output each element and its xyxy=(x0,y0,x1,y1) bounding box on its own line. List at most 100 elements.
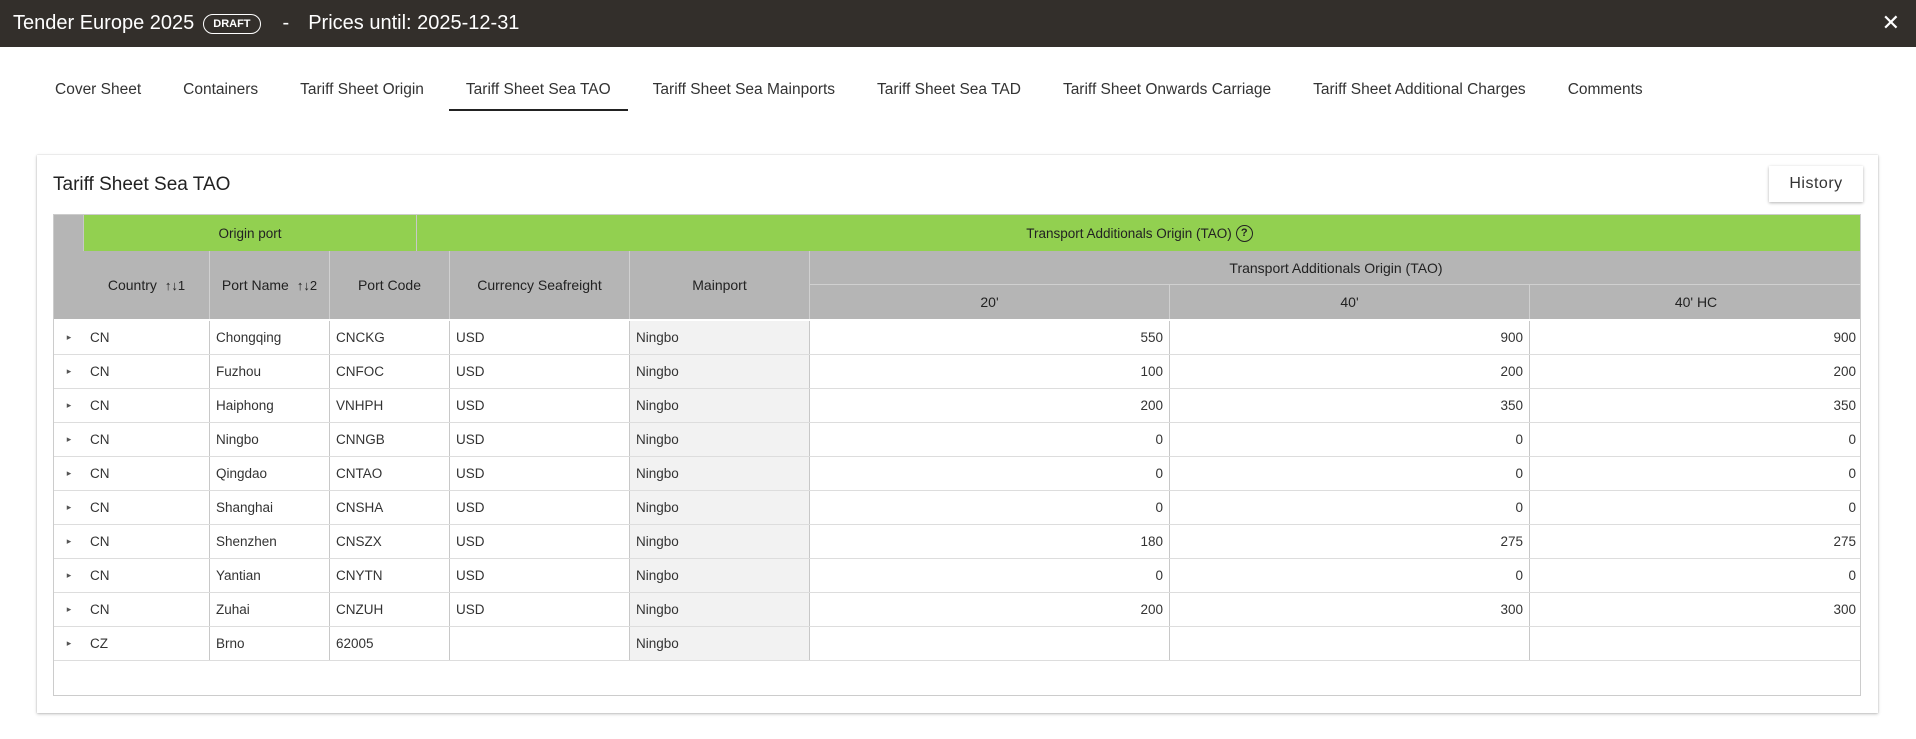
cell-v40[interactable]: 275 xyxy=(1170,525,1530,558)
col-header-port-code[interactable]: Port Code xyxy=(330,251,450,319)
history-button[interactable]: History xyxy=(1769,166,1863,202)
cell-v40hc[interactable]: 350 xyxy=(1530,389,1860,422)
cell-v40hc[interactable]: 300 xyxy=(1530,593,1860,626)
cell-v40[interactable]: 300 xyxy=(1170,593,1530,626)
cell-v40[interactable]: 200 xyxy=(1170,355,1530,388)
cell-currency[interactable]: USD xyxy=(450,593,630,626)
cell-code: CNNGB xyxy=(330,423,450,456)
table-row[interactable]: ▸ CN Shanghai CNSHA USD Ningbo 0 0 0 xyxy=(54,491,1860,525)
row-expand-icon[interactable]: ▸ xyxy=(54,423,84,456)
table-row[interactable]: ▸ CN Fuzhou CNFOC USD Ningbo 100 200 200 xyxy=(54,355,1860,389)
tab-tariff-sheet-sea-tad[interactable]: Tariff Sheet Sea TAD xyxy=(860,71,1038,111)
cell-v40hc[interactable]: 0 xyxy=(1530,423,1860,456)
row-expand-icon[interactable]: ▸ xyxy=(54,491,84,524)
cell-port: Yantian xyxy=(210,559,330,592)
cell-currency[interactable]: USD xyxy=(450,423,630,456)
status-badge: DRAFT xyxy=(203,13,261,34)
col-header-40[interactable]: 40' xyxy=(1170,285,1530,319)
cell-mainport: Ningbo xyxy=(630,457,810,490)
cell-v20[interactable]: 100 xyxy=(810,355,1170,388)
row-expand-icon[interactable]: ▸ xyxy=(54,321,84,354)
cell-v20[interactable]: 180 xyxy=(810,525,1170,558)
cell-v40hc[interactable]: 0 xyxy=(1530,559,1860,592)
cell-code: 62005 xyxy=(330,627,450,660)
table-row[interactable]: ▸ CN Chongqing CNCKG USD Ningbo 550 900 900 xyxy=(54,321,1860,355)
row-expand-icon[interactable]: ▸ xyxy=(54,559,84,592)
col-header-currency[interactable]: Currency Seafreight xyxy=(450,251,630,319)
row-expand-icon[interactable]: ▸ xyxy=(54,389,84,422)
table-row[interactable]: ▸ CN Qingdao CNTAO USD Ningbo 0 0 0 xyxy=(54,457,1860,491)
sort-icon: ↑↓2 xyxy=(296,277,318,293)
cell-v40hc[interactable] xyxy=(1530,627,1860,660)
tab-tariff-sheet-sea-tao[interactable]: Tariff Sheet Sea TAO xyxy=(448,71,628,111)
cell-currency[interactable]: USD xyxy=(450,389,630,422)
col-header-20[interactable]: 20' xyxy=(810,285,1170,319)
cell-v20[interactable] xyxy=(810,627,1170,660)
tab-containers[interactable]: Containers xyxy=(166,71,275,111)
tender-title: Tender Europe 2025 xyxy=(13,12,195,34)
cell-v40[interactable]: 350 xyxy=(1170,389,1530,422)
cell-currency[interactable]: USD xyxy=(450,491,630,524)
cell-v20[interactable]: 0 xyxy=(810,457,1170,490)
cell-v40hc[interactable]: 900 xyxy=(1530,321,1860,354)
cell-currency[interactable]: USD xyxy=(450,559,630,592)
tab-tariff-sheet-additional-charges[interactable]: Tariff Sheet Additional Charges xyxy=(1296,71,1543,111)
cell-v40[interactable]: 0 xyxy=(1170,491,1530,524)
row-expand-icon[interactable]: ▸ xyxy=(54,525,84,558)
cell-mainport: Ningbo xyxy=(630,559,810,592)
cell-port: Haiphong xyxy=(210,389,330,422)
cell-v20[interactable]: 200 xyxy=(810,593,1170,626)
group-tao: Transport Additionals Origin (TAO) ? xyxy=(417,215,1860,251)
cell-country: CN xyxy=(84,525,210,558)
tab-cover-sheet[interactable]: Cover Sheet xyxy=(38,71,158,111)
cell-v20[interactable]: 0 xyxy=(810,559,1170,592)
cell-v40hc[interactable]: 275 xyxy=(1530,525,1860,558)
card-title: Tariff Sheet Sea TAO xyxy=(53,174,231,195)
row-expand-icon[interactable]: ▸ xyxy=(54,457,84,490)
table-row[interactable]: ▸ CN Zuhai CNZUH USD Ningbo 200 300 300 xyxy=(54,593,1860,627)
cell-v20[interactable]: 550 xyxy=(810,321,1170,354)
cell-country: CN xyxy=(84,423,210,456)
cell-currency[interactable]: USD xyxy=(450,355,630,388)
cell-currency[interactable]: USD xyxy=(450,457,630,490)
col-header-40hc[interactable]: 40' HC xyxy=(1530,285,1860,319)
title-bar: Tender Europe 2025 DRAFT - Prices until:… xyxy=(0,0,1916,47)
group-header-row: Origin port Transport Additionals Origin… xyxy=(54,215,1860,251)
cell-v40[interactable]: 0 xyxy=(1170,457,1530,490)
cell-v40[interactable] xyxy=(1170,627,1530,660)
cell-v40[interactable]: 0 xyxy=(1170,423,1530,456)
cell-v40[interactable]: 900 xyxy=(1170,321,1530,354)
close-icon[interactable]: ✕ xyxy=(1882,10,1900,36)
tab-comments[interactable]: Comments xyxy=(1551,71,1660,111)
row-expand-icon[interactable]: ▸ xyxy=(54,627,84,660)
tab-tariff-sheet-sea-mainports[interactable]: Tariff Sheet Sea Mainports xyxy=(636,71,852,111)
row-expand-icon[interactable]: ▸ xyxy=(54,593,84,626)
cell-currency[interactable] xyxy=(450,627,630,660)
table-row[interactable]: ▸ CN Ningbo CNNGB USD Ningbo 0 0 0 xyxy=(54,423,1860,457)
row-expand-icon[interactable]: ▸ xyxy=(54,355,84,388)
tariff-grid: Origin port Transport Additionals Origin… xyxy=(53,214,1861,696)
expander-col-header xyxy=(54,251,84,319)
cell-mainport: Ningbo xyxy=(630,627,810,660)
tab-tariff-sheet-onwards-carriage[interactable]: Tariff Sheet Onwards Carriage xyxy=(1046,71,1288,111)
table-row[interactable]: ▸ CN Haiphong VNHPH USD Ningbo 200 350 350 xyxy=(54,389,1860,423)
table-row[interactable]: ▸ CN Yantian CNYTN USD Ningbo 0 0 0 xyxy=(54,559,1860,593)
cell-v20[interactable]: 0 xyxy=(810,491,1170,524)
help-icon[interactable]: ? xyxy=(1235,224,1253,242)
col-header-port-name[interactable]: Port Name ↑↓2 xyxy=(210,251,330,319)
col-header-mainport[interactable]: Mainport xyxy=(630,251,810,319)
cell-v40hc[interactable]: 0 xyxy=(1530,457,1860,490)
cell-country: CN xyxy=(84,355,210,388)
cell-port: Ningbo xyxy=(210,423,330,456)
cell-currency[interactable]: USD xyxy=(450,321,630,354)
cell-v20[interactable]: 200 xyxy=(810,389,1170,422)
table-row[interactable]: ▸ CN Shenzhen CNSZX USD Ningbo 180 275 275 xyxy=(54,525,1860,559)
cell-v40[interactable]: 0 xyxy=(1170,559,1530,592)
tab-tariff-sheet-origin[interactable]: Tariff Sheet Origin xyxy=(283,71,441,111)
table-row[interactable]: ▸ CZ Brno 62005 Ningbo xyxy=(54,627,1860,661)
col-header-country[interactable]: Country ↑↓1 xyxy=(84,251,210,319)
cell-v40hc[interactable]: 0 xyxy=(1530,491,1860,524)
cell-v20[interactable]: 0 xyxy=(810,423,1170,456)
cell-currency[interactable]: USD xyxy=(450,525,630,558)
cell-v40hc[interactable]: 200 xyxy=(1530,355,1860,388)
